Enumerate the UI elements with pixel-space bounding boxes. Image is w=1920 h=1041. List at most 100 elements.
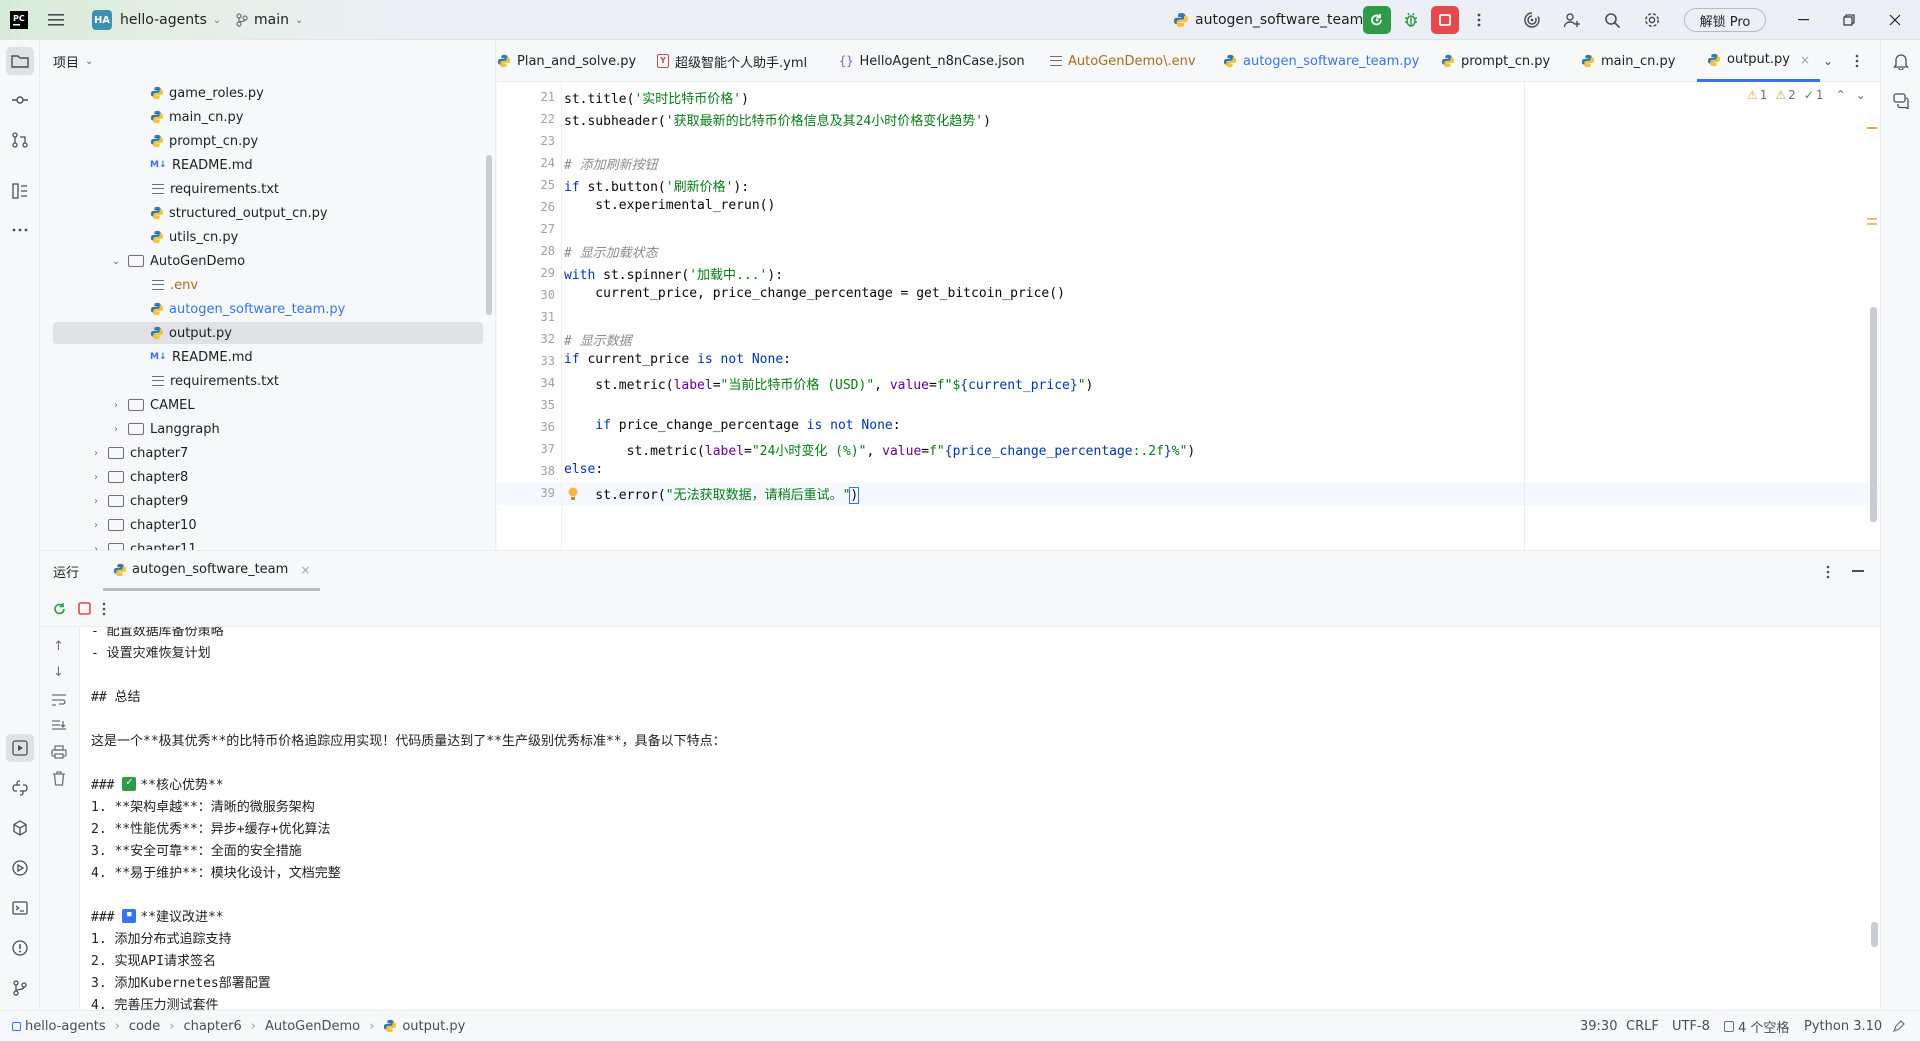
ai-assistant-icon[interactable]	[1518, 6, 1546, 34]
tabs-dropdown-icon[interactable]: ⌄	[1823, 40, 1833, 82]
console-scrollbar[interactable]	[1871, 922, 1878, 947]
inspection-widget[interactable]: ⚠ 1 ⚠ 2 ✓ 1 ⌃ ⌄	[1747, 88, 1866, 102]
close-icon[interactable]	[1872, 0, 1918, 40]
run-tool-icon[interactable]	[6, 734, 34, 762]
tree-item[interactable]: requirements.txt	[150, 370, 495, 392]
ai-chat-icon[interactable]	[1887, 86, 1915, 114]
tree-folder[interactable]: › chapter9	[90, 490, 495, 512]
tree-item[interactable]: .env	[150, 274, 495, 296]
python-icon	[1173, 12, 1189, 28]
print-icon[interactable]	[51, 745, 67, 759]
notifications-bell-icon[interactable]	[1887, 47, 1915, 75]
minimize-icon[interactable]	[1780, 0, 1826, 40]
python-console-icon[interactable]	[6, 774, 34, 802]
tree-item[interactable]: prompt_cn.py	[150, 130, 495, 152]
search-icon[interactable]	[1598, 6, 1626, 34]
tab-json[interactable]: {} HelloAgent_n8nCase.json	[839, 40, 1025, 82]
terminal-icon[interactable]	[6, 894, 34, 922]
tree-folder[interactable]: › Langgraph	[110, 418, 495, 440]
main-menu-icon[interactable]	[48, 0, 64, 40]
run-side-toolbar: ↑ ↓	[40, 627, 80, 1011]
tab-env[interactable]: AutoGenDemo\.env	[1048, 40, 1196, 82]
more-tools-icon[interactable]	[6, 216, 34, 244]
tree-item[interactable]: M↓ README.md	[150, 346, 495, 368]
tree-item[interactable]: utils_cn.py	[150, 226, 495, 248]
close-tab-icon[interactable]: ×	[1800, 53, 1810, 67]
tree-item[interactable]: main_cn.py	[150, 106, 495, 128]
more-vertical-icon[interactable]	[102, 602, 106, 616]
restore-icon[interactable]	[1826, 0, 1872, 40]
tree-item[interactable]: autogen_software_team.py	[150, 298, 495, 320]
tabs-more-icon[interactable]	[1855, 40, 1859, 82]
tree-folder[interactable]: › chapter8	[90, 466, 495, 488]
code-editor[interactable]: 21 22 23 24 25 26 27 28 29 30 31 32 33 3…	[497, 82, 1880, 550]
more-vertical-icon[interactable]	[1465, 6, 1493, 34]
error-stripe-mark[interactable]	[1867, 127, 1877, 129]
tree-folder[interactable]: › CAMEL	[110, 394, 495, 416]
chevron-up-icon[interactable]: ⌃	[1836, 88, 1846, 102]
tab-prompt-cn[interactable]: prompt_cn.py	[1441, 40, 1550, 82]
indent-setting[interactable]: 4 个空格	[1724, 1011, 1789, 1041]
more-vertical-icon[interactable]	[1826, 565, 1830, 579]
trash-icon[interactable]	[52, 771, 66, 786]
add-user-icon[interactable]	[1558, 6, 1586, 34]
tree-item[interactable]: structured_output_cn.py	[150, 202, 495, 224]
rerun-button[interactable]	[1363, 6, 1391, 34]
project-scrollbar[interactable]	[486, 155, 492, 315]
branch-switcher[interactable]: main ⌄	[236, 0, 303, 40]
project-switcher[interactable]: HA hello-agents ⌄	[92, 0, 221, 40]
scroll-to-end-icon[interactable]	[51, 719, 67, 733]
tree-folder[interactable]: › chapter11	[90, 538, 495, 550]
file-encoding[interactable]: UTF-8	[1672, 1011, 1710, 1041]
error-stripe-mark[interactable]	[1867, 223, 1877, 225]
tab-yml[interactable]: Y 超级智能个人助手.yml	[657, 40, 807, 82]
read-only-toggle-icon[interactable]	[1892, 1011, 1905, 1041]
tab-output[interactable]: output.py ×	[1697, 40, 1821, 82]
minimize-panel-icon[interactable]	[1852, 570, 1864, 572]
error-stripe-mark[interactable]	[1867, 218, 1877, 220]
debug-bug-icon[interactable]	[1397, 6, 1425, 34]
python-file-icon	[150, 206, 164, 220]
tree-folder[interactable]: › chapter7	[90, 442, 495, 464]
tab-main-cn[interactable]: main_cn.py	[1581, 40, 1675, 82]
soft-wrap-icon[interactable]	[51, 693, 67, 707]
structure-icon[interactable]	[6, 177, 34, 205]
tree-folder-autogendemo[interactable]: ⌄ AutoGenDemo	[110, 250, 495, 272]
chevron-down-icon[interactable]: ⌄	[1856, 88, 1866, 102]
tree-folder[interactable]: › chapter10	[90, 514, 495, 536]
tab-autogen-software-team[interactable]: autogen_software_team.py	[1223, 40, 1419, 82]
tree-item[interactable]: M↓ README.md	[150, 154, 495, 176]
run-tab[interactable]: autogen_software_team ×	[103, 551, 321, 591]
git-icon[interactable]	[6, 974, 34, 1002]
editor-scrollbar[interactable]	[1870, 307, 1877, 522]
pull-request-icon[interactable]	[6, 126, 34, 154]
unlock-pro-button[interactable]: 解锁 Pro	[1684, 8, 1766, 32]
line-separator[interactable]: CRLF	[1626, 1011, 1659, 1041]
project-folder-icon[interactable]	[6, 47, 34, 75]
breadcrumb-item[interactable]: hello-agents	[25, 1019, 106, 1034]
commit-icon[interactable]	[6, 86, 34, 114]
stop-button[interactable]	[1431, 6, 1459, 34]
arrow-up-icon[interactable]: ↑	[53, 639, 64, 654]
project-panel-header[interactable]: 项目 ⌄	[40, 40, 495, 82]
tree-item[interactable]: requirements.txt	[150, 178, 495, 200]
tree-item[interactable]: game_roles.py	[150, 82, 495, 104]
close-tab-icon[interactable]: ×	[300, 563, 310, 577]
python-packages-icon[interactable]	[6, 814, 34, 842]
python-interpreter[interactable]: Python 3.10	[1804, 1011, 1882, 1041]
breadcrumb-item[interactable]: output.py	[402, 1019, 465, 1034]
caret-position[interactable]: 39:30	[1580, 1011, 1617, 1041]
settings-gear-icon[interactable]	[1638, 6, 1666, 34]
tree-item-selected[interactable]: output.py	[53, 322, 483, 344]
breadcrumb-item[interactable]: AutoGenDemo	[265, 1019, 360, 1034]
console-output[interactable]: - 配置数据库备份策略 - 设置灾难恢复计划 ## 总结 这是一个**极其优秀**的比…	[80, 627, 1880, 1011]
stop-icon[interactable]	[78, 602, 91, 615]
breadcrumb-item[interactable]: chapter6	[183, 1019, 241, 1034]
run-config-selector[interactable]: autogen_software_team ⌄	[1173, 0, 1378, 40]
tab-plan-and-solve[interactable]: Plan_and_solve.py	[497, 40, 636, 82]
problems-icon[interactable]	[6, 934, 34, 962]
services-icon[interactable]	[6, 854, 34, 882]
rerun-icon[interactable]	[52, 601, 68, 617]
breadcrumb-item[interactable]: code	[129, 1019, 160, 1034]
arrow-down-icon[interactable]: ↓	[53, 665, 64, 680]
